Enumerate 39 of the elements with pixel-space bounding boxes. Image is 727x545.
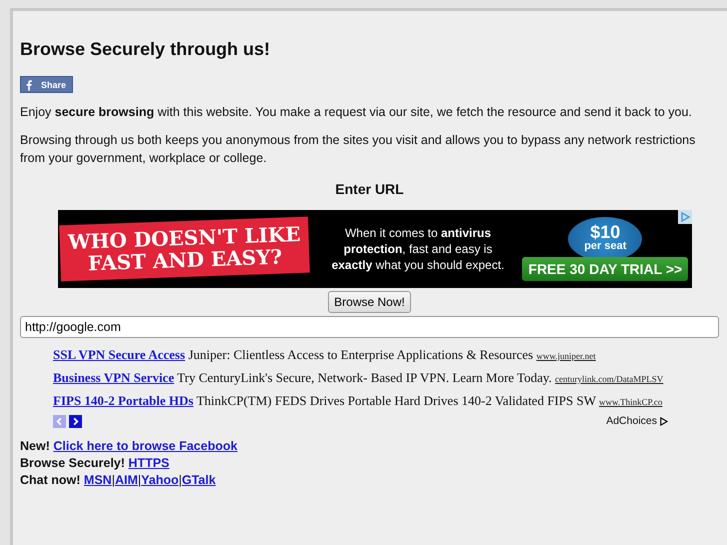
link-separator: | <box>112 473 115 487</box>
description-text: Browsing through us both keeps you anonymous from the sites you visit and allows you to bypass any network restrictions from your government, workplace or college. <box>20 132 696 167</box>
play-triangle-icon <box>659 416 668 426</box>
banner-ad[interactable]: WHO DOESN'T LIKE FAST AND EASY? When it comes to antivirus protection, fast and easy is exactly what you should expect. $10 per seat FREE 30 DAY TRIAL >> <box>58 210 692 288</box>
link-separator: | <box>138 473 142 487</box>
promo-link[interactable]: Click here to browse Facebook <box>53 439 238 453</box>
url-field[interactable]: http://google.com <box>20 316 719 338</box>
promo-link[interactable]: AIM <box>114 473 138 487</box>
promo-label: Browse Securely! <box>20 456 125 470</box>
chevron-right-icon <box>71 416 80 426</box>
browse-now-button[interactable]: Browse Now! <box>328 291 411 313</box>
intro-text: Enjoy secure browsing with this website. You make a request via our site, we fetch the resource and send it back to you. <box>20 104 693 121</box>
trial-button[interactable]: FREE 30 DAY TRIAL >> <box>522 257 688 281</box>
adchoices-icon[interactable] <box>678 210 692 224</box>
promo-link[interactable]: MSN <box>84 473 112 487</box>
adchoices-link[interactable]: AdChoices <box>606 415 668 427</box>
next-button[interactable] <box>69 414 82 428</box>
ad-url[interactable]: www.ThinkCP.co <box>598 397 662 407</box>
promo-link[interactable]: GTalk <box>182 473 216 487</box>
ad-text: Try CenturyLink's Secure, Network- Based IP VPN. Learn More Today. <box>177 370 552 385</box>
ad-link[interactable]: Business VPN Service <box>53 370 174 385</box>
ad-text: Juniper: Clientless Access to Enterprise Applications & Resources <box>188 347 534 362</box>
ad-link[interactable]: SSL VPN Secure Access <box>53 347 186 362</box>
promo-link[interactable]: HTTPS <box>128 456 170 470</box>
chevron-left-icon <box>55 416 64 426</box>
promo-label: New! <box>20 439 50 453</box>
promo-label: Chat now! <box>20 473 80 487</box>
banner-text: When it comes to antivirus protection, fast and easy is exactly what you should expect. <box>330 225 506 273</box>
link-separator: | <box>178 473 182 487</box>
ad-link[interactable]: FIPS 140-2 Portable HDs <box>53 393 194 408</box>
ad-url[interactable]: www.juniper.net <box>536 351 596 361</box>
headline-text: WHO DOESN'T LIKE FAST AND EASY? <box>58 216 310 282</box>
url-label: Enter URL <box>334 181 405 197</box>
ad-url[interactable]: centurylink.com/DataMPLSV <box>555 374 664 384</box>
promo-link[interactable]: Yahoo <box>141 473 179 487</box>
ad-text: ThinkCP(TM) FEDS Drives Portable Hard Drives 140-2 Validated FIPS SW <box>196 393 596 408</box>
facebook-icon <box>25 78 33 90</box>
share-button[interactable]: Share <box>20 76 74 93</box>
page-heading: Browse Securely through us! <box>20 39 272 60</box>
